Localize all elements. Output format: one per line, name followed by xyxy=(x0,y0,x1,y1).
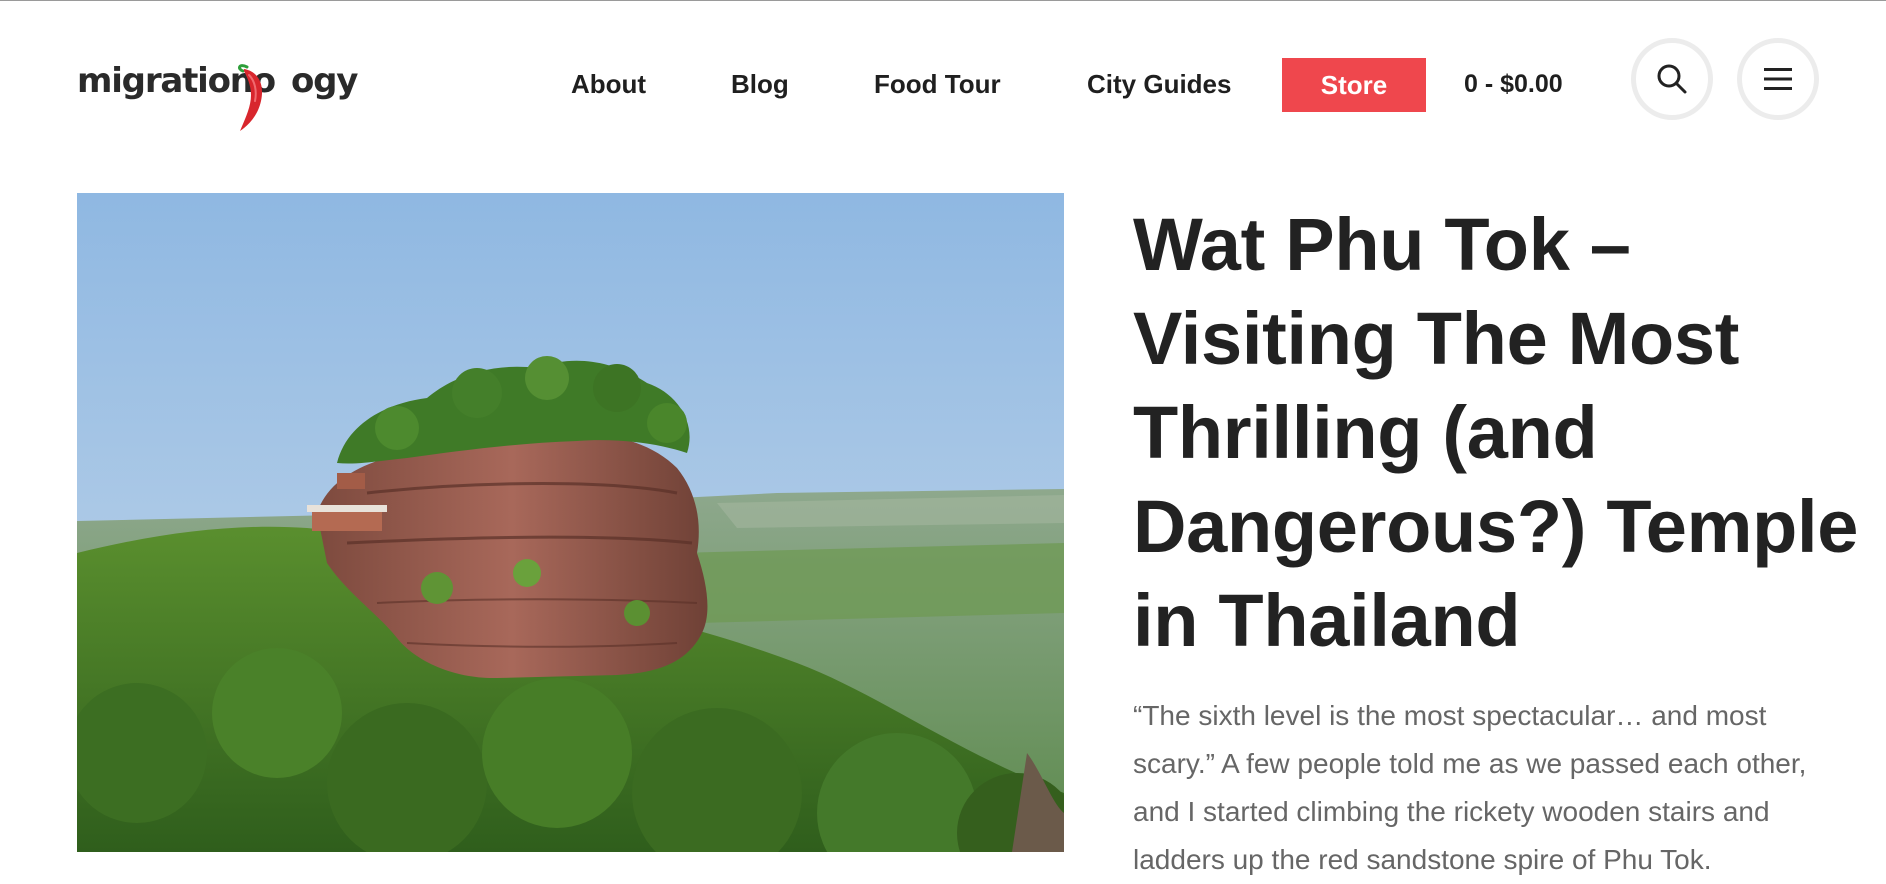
top-border xyxy=(0,0,1886,1)
menu-button[interactable] xyxy=(1737,38,1819,120)
nav-food-tour[interactable]: Food Tour xyxy=(874,64,1001,104)
site-logo[interactable]: migrationo ogy xyxy=(77,46,358,131)
store-button[interactable]: Store xyxy=(1282,58,1426,112)
article-excerpt: “The sixth level is the most spectacular… xyxy=(1133,700,1807,875)
sandstone-mountain-temple-photo xyxy=(77,193,1064,852)
nav-about[interactable]: About xyxy=(571,64,646,104)
hamburger-menu-icon xyxy=(1764,68,1792,90)
nav-blog[interactable]: Blog xyxy=(731,64,789,104)
search-icon xyxy=(1657,64,1687,94)
nav-city-guides[interactable]: City Guides xyxy=(1087,64,1231,104)
logo-wordmark: migrationo ogy xyxy=(77,61,358,131)
logo-text-right: ogy xyxy=(290,61,358,101)
cart-total[interactable]: 0 - $0.00 xyxy=(1464,64,1563,104)
article-title[interactable]: Wat Phu Tok – Visiting The Most Thrillin… xyxy=(1133,198,1863,668)
chili-pepper-icon xyxy=(238,64,263,131)
search-button[interactable] xyxy=(1631,38,1713,120)
hero-image[interactable] xyxy=(77,193,1064,852)
